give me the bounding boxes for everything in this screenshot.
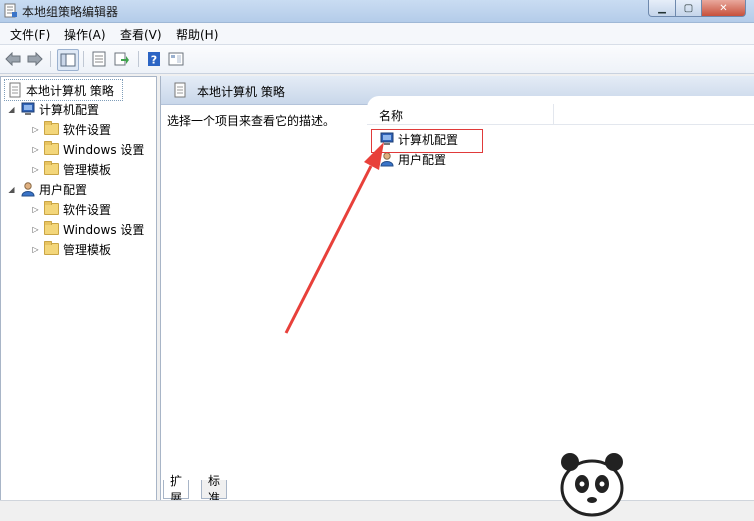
forward-button[interactable] xyxy=(26,50,44,68)
tree-item-user-windows-settings[interactable]: ▷ Windows 设置 xyxy=(31,219,144,239)
view-icon xyxy=(168,52,184,66)
export-button[interactable] xyxy=(113,50,131,68)
expand-arrow-icon[interactable]: ▷ xyxy=(31,245,40,254)
tab-standard[interactable]: 标准 xyxy=(201,474,228,505)
highlight-annotation xyxy=(371,129,483,153)
close-button[interactable]: ✕ xyxy=(702,0,746,17)
properties-icon xyxy=(92,51,106,67)
toolbar-separator xyxy=(50,51,51,67)
user-icon xyxy=(380,152,394,167)
tree-item-software-settings[interactable]: ▷ 软件设置 xyxy=(31,119,111,139)
expand-arrow-icon[interactable]: ▷ xyxy=(31,225,40,234)
toolbar: ? xyxy=(0,45,754,74)
tree-item-root[interactable]: 本地计算机 策略 xyxy=(4,79,123,101)
tree-label: 管理模板 xyxy=(63,242,112,257)
folder-icon xyxy=(44,221,60,237)
tree-label: Windows 设置 xyxy=(63,222,145,237)
tree-label: 管理模板 xyxy=(63,162,112,177)
folder-icon xyxy=(44,121,60,137)
tree-item-user-software-settings[interactable]: ▷ 软件设置 xyxy=(31,199,111,219)
menu-action[interactable]: 操作(A) xyxy=(64,26,106,43)
toolbar-separator xyxy=(138,51,139,67)
tree-label: Windows 设置 xyxy=(63,142,145,157)
folder-icon xyxy=(44,241,60,257)
user-icon xyxy=(21,182,35,197)
policy-editor-icon xyxy=(4,3,17,18)
expand-arrow-icon[interactable]: ▷ xyxy=(31,125,40,134)
svg-text:?: ? xyxy=(151,54,157,67)
list-item-label: 用户配置 xyxy=(398,152,447,167)
toolbar-separator xyxy=(83,51,84,67)
expand-arrow-icon[interactable]: ▷ xyxy=(31,145,40,154)
description-text: 选择一个项目来查看它的描述。 xyxy=(167,114,336,128)
menu-help[interactable]: 帮助(H) xyxy=(176,26,218,43)
tree-item-user-config[interactable]: ◢ 用户配置 xyxy=(7,179,87,199)
tree-label: 软件设置 xyxy=(63,122,112,137)
export-icon xyxy=(114,52,129,66)
menu-file[interactable]: 文件(F) xyxy=(10,26,50,43)
minimize-button[interactable]: ▁ xyxy=(648,0,676,17)
tab-extended[interactable]: 扩展 xyxy=(163,474,190,505)
help-icon: ? xyxy=(148,52,160,67)
window-controls: ▁ ▢ ✕ xyxy=(648,0,746,17)
brand-watermark-logo xyxy=(560,453,624,517)
tree-label: 计算机配置 xyxy=(39,102,100,117)
window-title: 本地组策略编辑器 xyxy=(22,5,119,19)
maximize-icon: ▢ xyxy=(683,2,694,14)
expand-arrow-icon[interactable]: ▷ xyxy=(31,205,40,214)
collapse-arrow-icon[interactable]: ◢ xyxy=(7,105,16,114)
expand-arrow-icon[interactable]: ▷ xyxy=(31,165,40,174)
tree-item-computer-config[interactable]: ◢ 计算机配置 xyxy=(7,99,99,119)
tree-label: 软件设置 xyxy=(63,202,112,217)
computer-icon xyxy=(21,102,35,115)
title-bar: 本地组策略编辑器 ▁ ▢ ✕ xyxy=(0,0,754,23)
back-icon xyxy=(5,52,21,66)
menu-bar: 文件(F) 操作(A) 查看(V) 帮助(H) xyxy=(0,23,754,45)
policy-icon xyxy=(174,82,186,98)
forward-icon xyxy=(27,52,43,66)
policy-icon xyxy=(9,82,21,98)
details-title: 本地计算机 策略 xyxy=(197,85,285,99)
tree-label: 本地计算机 策略 xyxy=(26,83,114,98)
tree-item-windows-settings[interactable]: ▷ Windows 设置 xyxy=(31,139,144,159)
show-tree-icon xyxy=(60,53,76,67)
tree-pane: 本地计算机 策略 ◢ 计算机配置 ▷ 软件设置 ▷ Windows 设置 ▷ 管… xyxy=(0,76,157,520)
column-header-name[interactable]: 名称 xyxy=(367,104,754,125)
tree-item-user-admin-templates[interactable]: ▷ 管理模板 xyxy=(31,239,111,259)
column-header-label: 名称 xyxy=(379,109,404,123)
properties-button[interactable] xyxy=(90,50,108,68)
close-icon: ✕ xyxy=(719,2,728,14)
folder-icon xyxy=(44,141,60,157)
tree-label: 用户配置 xyxy=(39,182,88,197)
back-button[interactable] xyxy=(4,50,22,68)
tree-item-admin-templates[interactable]: ▷ 管理模板 xyxy=(31,159,111,179)
column-separator[interactable] xyxy=(553,104,554,124)
view-button[interactable] xyxy=(167,50,185,68)
collapse-arrow-icon[interactable]: ◢ xyxy=(7,185,16,194)
minimize-icon: ▁ xyxy=(658,2,666,14)
show-tree-button[interactable] xyxy=(57,49,79,71)
maximize-button[interactable]: ▢ xyxy=(676,0,702,17)
help-button[interactable]: ? xyxy=(145,50,163,68)
items-list: 名称 计算机配置 用户配置 xyxy=(367,96,754,481)
menu-view[interactable]: 查看(V) xyxy=(120,26,162,43)
folder-icon xyxy=(44,161,60,177)
folder-icon xyxy=(44,201,60,217)
